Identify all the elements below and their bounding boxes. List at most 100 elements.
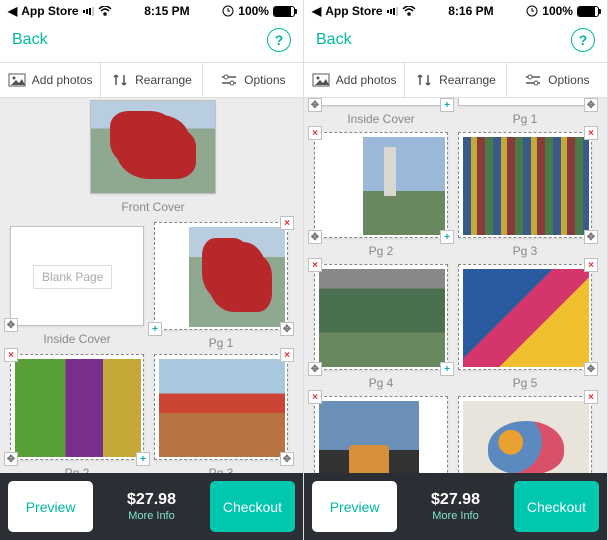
pg2-photo[interactable]: [363, 137, 445, 235]
price-display[interactable]: $27.98 More Info: [405, 481, 506, 532]
front-cover-photo[interactable]: [91, 101, 215, 193]
add-photos-button[interactable]: Add photos: [304, 63, 405, 97]
delete-handle[interactable]: ×: [584, 258, 598, 272]
status-bar: ◀ App Store 8:15 PM 100%: [0, 0, 303, 20]
delete-handle[interactable]: ×: [4, 348, 18, 362]
help-button[interactable]: ?: [267, 28, 291, 52]
add-handle[interactable]: +: [148, 322, 162, 336]
move-handle[interactable]: ✥: [584, 98, 598, 112]
back-button[interactable]: Back: [316, 31, 352, 49]
add-handle[interactable]: +: [440, 362, 454, 376]
add-handle[interactable]: +: [440, 98, 454, 112]
wifi-icon: [98, 6, 112, 16]
more-info-link[interactable]: More Info: [432, 510, 478, 522]
status-bar: ◀ App Store 8:16 PM 100%: [304, 0, 607, 20]
back-button[interactable]: Back: [12, 31, 48, 49]
inside-cover-frame[interactable]: ✥ +: [314, 98, 448, 106]
add-photos-button[interactable]: Add photos: [0, 63, 101, 97]
pg2-label: Pg 2: [10, 466, 144, 473]
add-handle[interactable]: +: [136, 452, 150, 466]
pg5-photo[interactable]: [463, 269, 589, 367]
pg1-label: Pg 1: [154, 336, 288, 350]
pg3-frame[interactable]: × ✥: [458, 132, 592, 238]
editor-canvas[interactable]: ✥ + Inside Cover ✥ Pg 1 × ✥ + Pg 2 × ✥ P…: [304, 98, 607, 473]
move-handle[interactable]: ✥: [584, 230, 598, 244]
status-time: 8:15 PM: [144, 4, 189, 18]
pg3-frame[interactable]: × ✥: [154, 354, 288, 460]
pg5-label: Pg 5: [458, 376, 592, 390]
checkout-button[interactable]: Checkout: [210, 481, 295, 532]
pg4-frame[interactable]: × ✥ +: [314, 264, 448, 370]
rearrange-button[interactable]: Rearrange: [405, 63, 506, 97]
pg3-photo[interactable]: [463, 137, 589, 235]
editor-canvas[interactable]: Front Cover Blank Page ✥ Inside Cover × …: [0, 98, 303, 473]
pg6-photo[interactable]: [319, 401, 419, 473]
move-handle[interactable]: ✥: [4, 452, 18, 466]
move-handle[interactable]: ✥: [308, 98, 322, 112]
preview-button[interactable]: Preview: [8, 481, 93, 532]
inside-cover-label: Inside Cover: [10, 332, 144, 346]
move-handle[interactable]: ✥: [308, 362, 322, 376]
delete-handle[interactable]: ×: [584, 390, 598, 404]
options-icon: [524, 73, 542, 87]
price-display[interactable]: $27.98 More Info: [101, 481, 202, 532]
move-handle[interactable]: ✥: [4, 318, 18, 332]
pg3-photo[interactable]: [159, 359, 285, 457]
move-handle[interactable]: ✥: [308, 230, 322, 244]
add-handle[interactable]: +: [440, 230, 454, 244]
delete-handle[interactable]: ×: [308, 390, 322, 404]
pg2-frame[interactable]: × ✥ +: [10, 354, 144, 460]
phone-left: ◀ App Store 8:15 PM 100% Back ? Add phot…: [0, 0, 304, 540]
front-cover-frame[interactable]: [90, 100, 216, 194]
options-icon: [220, 73, 238, 87]
delete-handle[interactable]: ×: [584, 126, 598, 140]
pg1-photo[interactable]: [189, 227, 285, 327]
pg1-frame[interactable]: ✥: [458, 98, 592, 106]
delete-handle[interactable]: ×: [280, 216, 294, 230]
pg4-label: Pg 4: [314, 376, 448, 390]
battery-icon: [273, 6, 295, 17]
pg4-photo[interactable]: [319, 269, 445, 367]
price-amount: $27.98: [127, 491, 176, 509]
pg2-frame[interactable]: × ✥ +: [314, 132, 448, 238]
add-photos-icon: [8, 73, 26, 87]
move-handle[interactable]: ✥: [584, 362, 598, 376]
pg6-frame[interactable]: ×: [314, 396, 448, 473]
move-handle[interactable]: ✥: [280, 322, 294, 336]
pg5-frame[interactable]: × ✥: [458, 264, 592, 370]
delete-handle[interactable]: ×: [280, 348, 294, 362]
more-info-link[interactable]: More Info: [128, 510, 174, 522]
pg3-label: Pg 3: [154, 466, 288, 473]
back-to-app-icon[interactable]: ◀: [312, 4, 321, 18]
help-button[interactable]: ?: [571, 28, 595, 52]
back-to-app-icon[interactable]: ◀: [8, 4, 17, 18]
add-photos-label: Add photos: [32, 73, 93, 87]
pg7-photo[interactable]: [463, 401, 589, 473]
cell-signal-icon: [387, 7, 398, 16]
pg2-label: Pg 2: [314, 244, 448, 258]
pg1-frame[interactable]: × + ✥: [154, 222, 288, 330]
delete-handle[interactable]: ×: [308, 126, 322, 140]
front-cover-label: Front Cover: [90, 200, 216, 214]
pg1-label: Pg 1: [458, 112, 592, 126]
checkout-button[interactable]: Checkout: [514, 481, 599, 532]
delete-handle[interactable]: ×: [308, 258, 322, 272]
options-label: Options: [244, 73, 285, 87]
pg2-photo[interactable]: [15, 359, 141, 457]
back-to-app-label[interactable]: App Store: [21, 4, 78, 18]
options-button[interactable]: Options: [203, 63, 303, 97]
add-photos-label: Add photos: [336, 73, 397, 87]
options-button[interactable]: Options: [507, 63, 607, 97]
move-handle[interactable]: ✥: [280, 452, 294, 466]
pg7-frame[interactable]: ×: [458, 396, 592, 473]
inside-cover-frame[interactable]: Blank Page ✥: [10, 226, 144, 326]
inside-cover-label: Inside Cover: [314, 112, 448, 126]
footer: Preview $27.98 More Info Checkout: [0, 473, 303, 540]
price-amount: $27.98: [431, 491, 480, 509]
preview-button[interactable]: Preview: [312, 481, 397, 532]
rotation-lock-icon: [526, 5, 538, 17]
rearrange-button[interactable]: Rearrange: [101, 63, 202, 97]
battery-percent: 100%: [542, 4, 573, 18]
back-to-app-label[interactable]: App Store: [325, 4, 382, 18]
rotation-lock-icon: [222, 5, 234, 17]
